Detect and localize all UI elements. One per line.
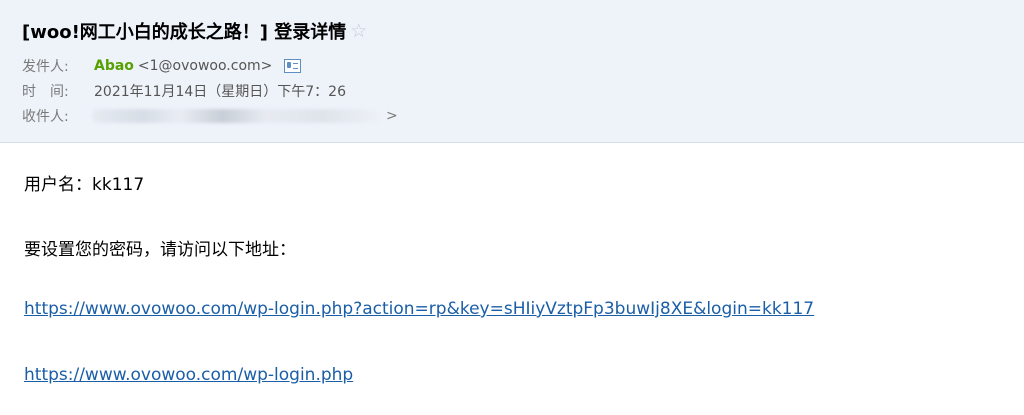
subject-text: [woo!网工小白的成长之路！] 登录详情 xyxy=(22,22,347,43)
login-link[interactable]: https://www.ovowoo.com/wp-login.php xyxy=(24,365,353,385)
reset-password-link[interactable]: https://www.ovowoo.com/wp-login.php?acti… xyxy=(24,299,814,319)
from-label: 发件人: xyxy=(22,59,69,75)
recipient-end: > xyxy=(386,108,398,124)
sender-row: 发件人: Abao <1@ovowoo.com> xyxy=(22,55,302,77)
username-line: 用户名：kk117 xyxy=(24,175,145,195)
date-value: 2021年11月14日（星期日）下午7：26 xyxy=(94,84,346,100)
to-label: 收件人: xyxy=(22,109,69,125)
time-row: 时 间: 2021年11月14日（星期日）下午7：26 xyxy=(22,80,346,102)
star-icon[interactable]: ☆ xyxy=(350,20,367,42)
sender-name[interactable]: Abao xyxy=(94,58,134,74)
time-label: 时 间: xyxy=(22,84,69,100)
email-subject: [woo!网工小白的成长之路！] 登录详情 ☆ xyxy=(22,18,367,44)
email-view: [woo!网工小白的成长之路！] 登录详情 ☆ 发件人: Abao <1@ovo… xyxy=(0,0,1024,415)
email-header: [woo!网工小白的成长之路！] 登录详情 ☆ 发件人: Abao <1@ovo… xyxy=(0,0,1024,143)
recipient-redacted xyxy=(92,109,382,123)
recipient-row: 收件人: > xyxy=(22,105,398,127)
instruction-line: 要设置您的密码，请访问以下地址： xyxy=(24,240,296,260)
sender-email: <1@ovowoo.com> xyxy=(137,58,273,74)
contact-card-icon[interactable] xyxy=(284,59,302,73)
